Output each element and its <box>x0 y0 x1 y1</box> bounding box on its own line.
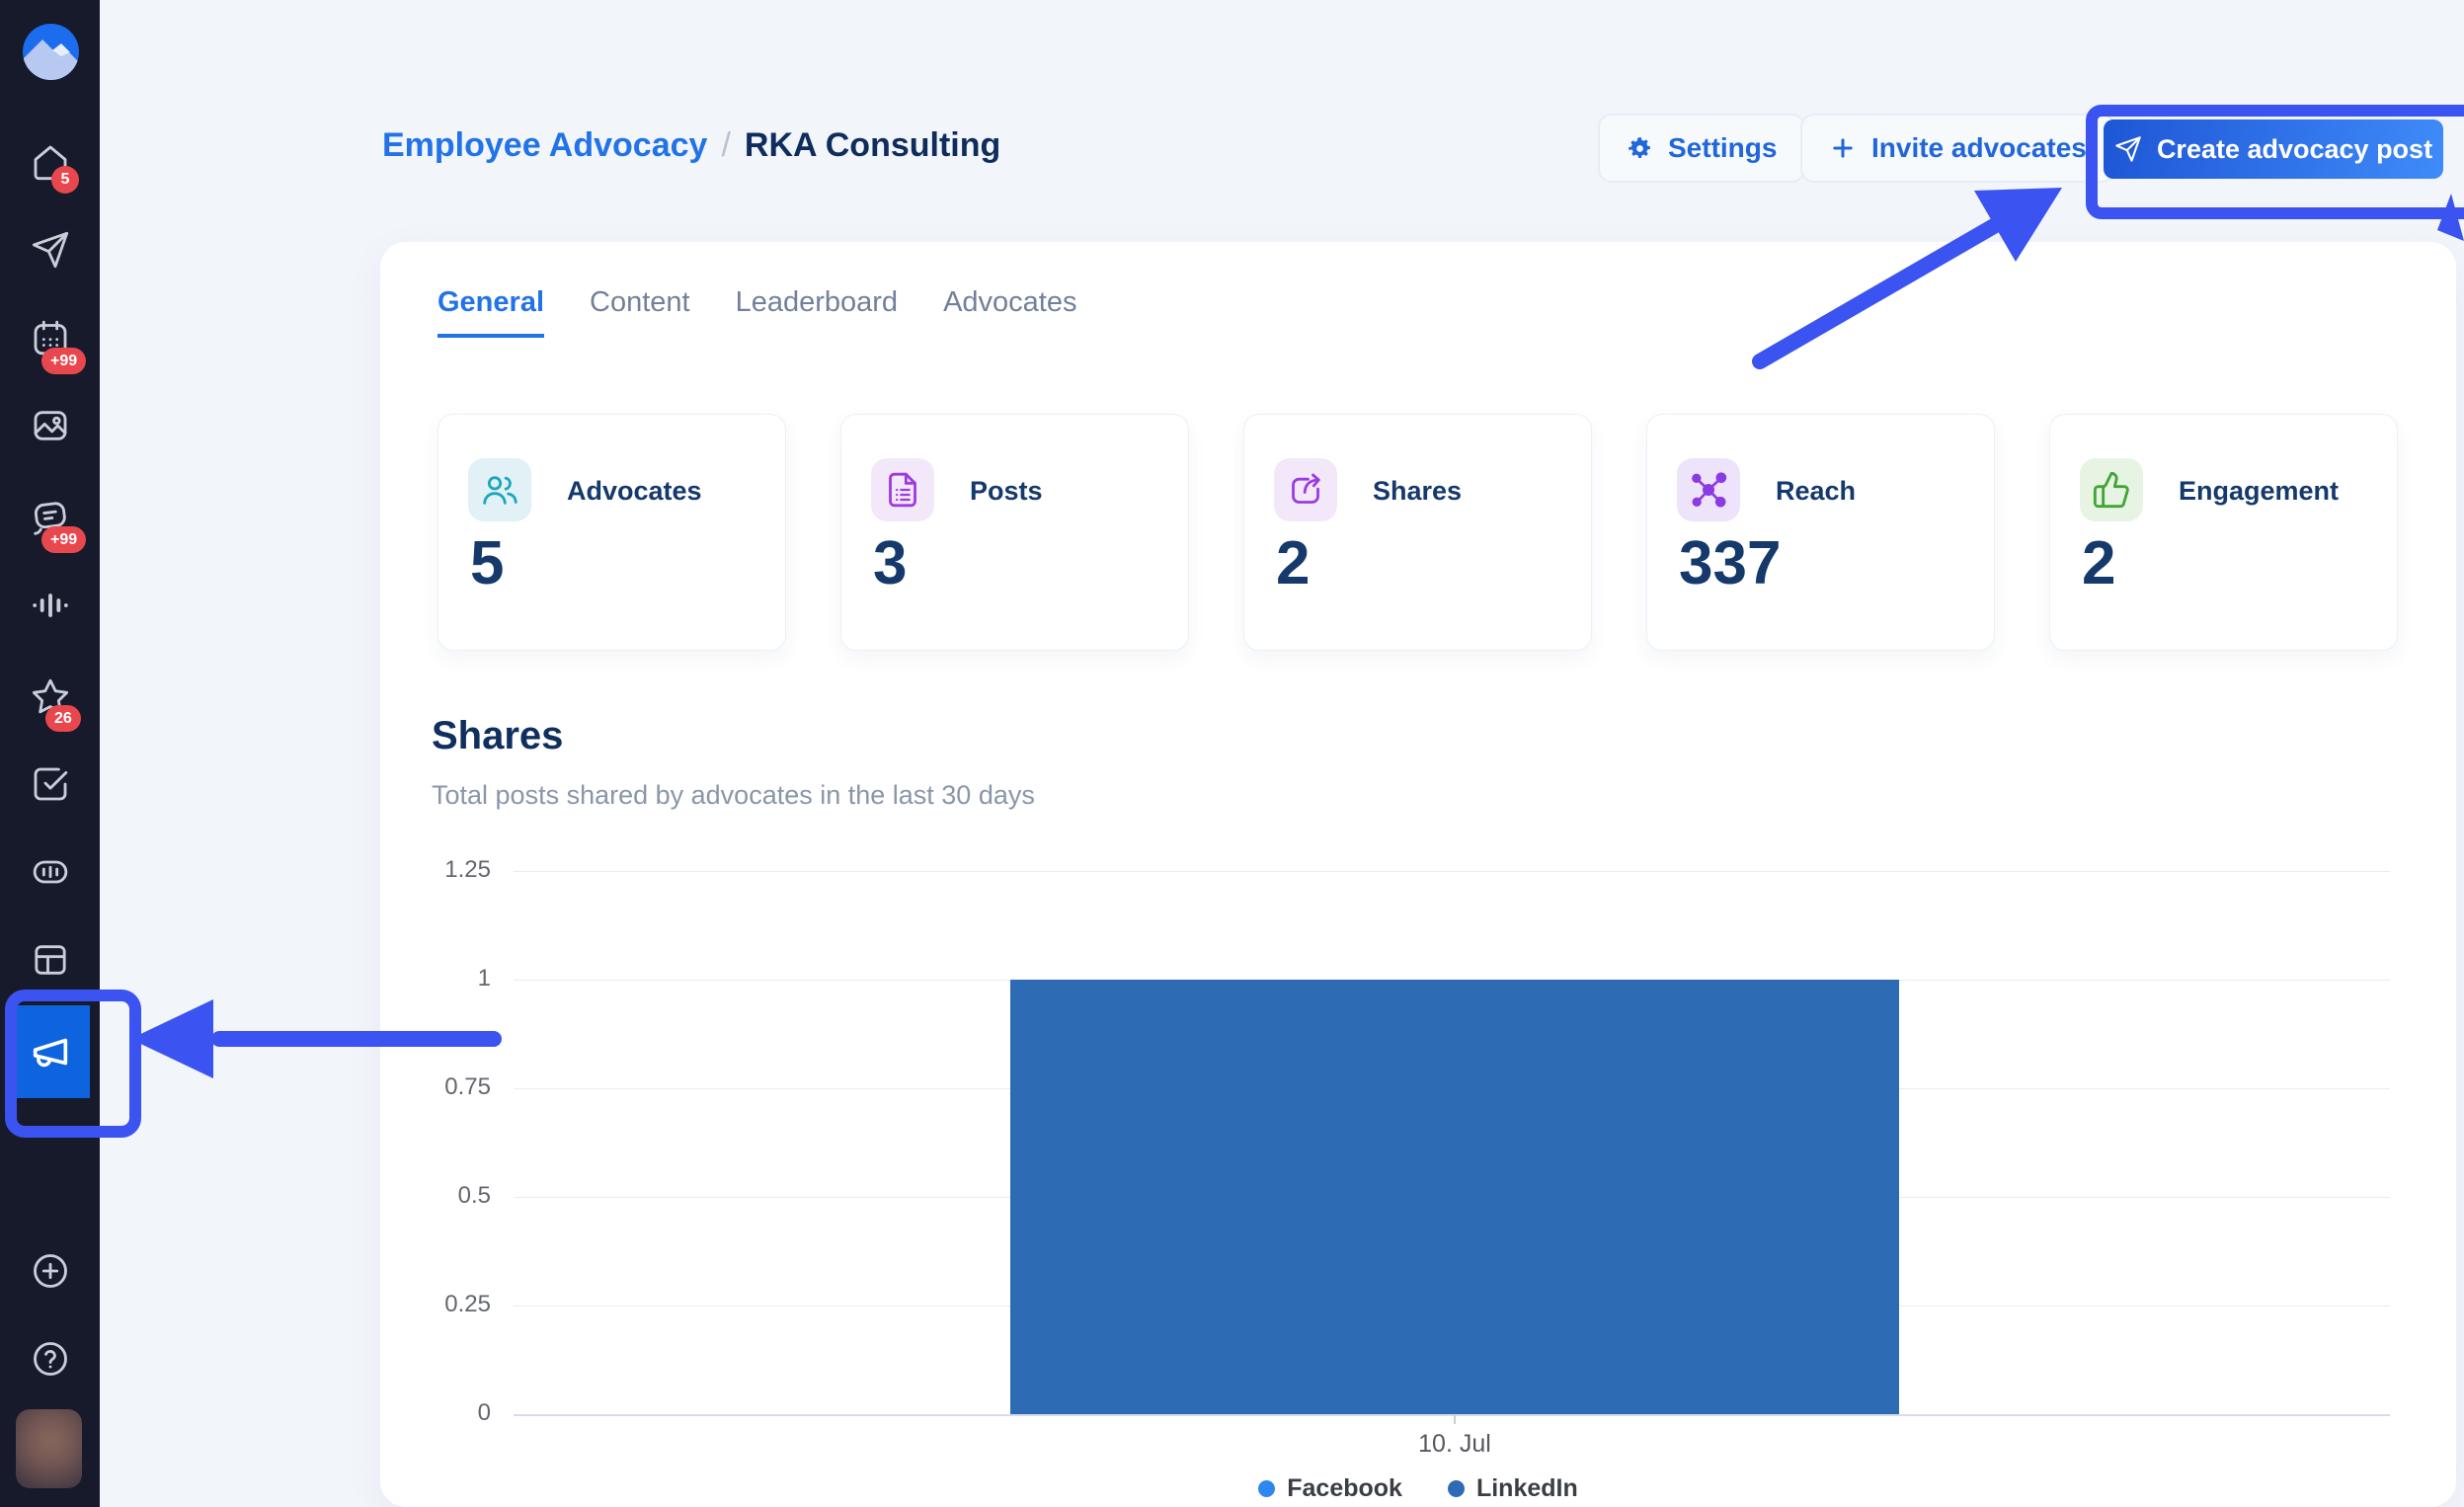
stat-card-posts: Posts 3 <box>840 414 1189 651</box>
stat-value: 3 <box>873 533 907 595</box>
tab-content[interactable]: Content <box>590 286 690 338</box>
app-screen: 5 +99 <box>0 0 2464 1507</box>
stat-label: Reach <box>1776 476 1856 507</box>
invite-advocates-button[interactable]: Invite advocates <box>1800 114 2115 183</box>
nav-advocacy-item[interactable] <box>10 1005 90 1098</box>
stat-value: 2 <box>2082 533 2115 595</box>
breadcrumb: Employee Advocacy / RKA Consulting <box>382 126 1000 165</box>
y-tick-label: 0.75 <box>380 1073 491 1101</box>
legend-item-facebook[interactable]: Facebook <box>1258 1474 1402 1503</box>
gridline <box>514 871 2390 872</box>
settings-button[interactable]: Settings <box>1598 114 1805 183</box>
create-advocacy-post-button[interactable]: Create advocacy post <box>2104 119 2443 179</box>
tab-bar: General Content Leaderboard Advocates <box>437 286 1076 338</box>
home-badge: 5 <box>51 166 79 194</box>
nav-help-icon[interactable] <box>31 1339 70 1379</box>
tab-general[interactable]: General <box>437 286 544 338</box>
users-icon <box>468 458 531 521</box>
megaphone-icon <box>28 1029 73 1074</box>
nav-audio-icon[interactable] <box>31 586 70 625</box>
stat-card-engagement: Engagement 2 <box>2049 414 2398 651</box>
shares-section-subtitle: Total posts shared by advocates in the l… <box>432 780 1035 811</box>
sidebar: 5 +99 <box>0 0 100 1507</box>
stat-card-reach: Reach 337 <box>1646 414 1995 651</box>
stat-value: 337 <box>1679 533 1781 595</box>
facebook-legend-dot <box>1258 1480 1275 1497</box>
thumbs-up-icon <box>2080 458 2143 521</box>
linkedin-legend-dot <box>1448 1480 1465 1497</box>
avatar-image <box>16 1409 82 1488</box>
user-avatar[interactable] <box>16 1409 82 1488</box>
y-tick-label: 1 <box>380 965 491 992</box>
x-tick <box>1454 1415 1456 1424</box>
nav-approvals-icon[interactable] <box>31 764 70 804</box>
legend-item-linkedin[interactable]: LinkedIn <box>1448 1474 1578 1503</box>
send-icon <box>2114 135 2142 163</box>
tab-leaderboard[interactable]: Leaderboard <box>736 286 898 338</box>
shares-section-title: Shares <box>432 714 563 758</box>
legend-label: Facebook <box>1287 1474 1402 1503</box>
linkedin-bar <box>1010 980 1899 1414</box>
stat-cards: Advocates 5 Posts 3 <box>437 414 2398 651</box>
x-tick-label: 10. Jul <box>1356 1430 1553 1459</box>
calendar-badge: +99 <box>41 348 86 374</box>
tab-advocates[interactable]: Advocates <box>943 286 1076 338</box>
nav-media-icon[interactable] <box>31 406 70 445</box>
favorites-badge: 26 <box>45 705 81 732</box>
nav-add-icon[interactable] <box>31 1251 70 1291</box>
x-axis-line <box>514 1414 2390 1416</box>
content-panel: General Content Leaderboard Advocates Ad… <box>380 242 2456 1507</box>
inbox-badge: +99 <box>41 526 86 553</box>
nav-publish-icon[interactable] <box>31 230 70 270</box>
chart-legend: Facebook LinkedIn <box>380 1474 2456 1503</box>
y-tick-label: 1.25 <box>380 856 491 884</box>
create-advocacy-post-label: Create advocacy post <box>2157 134 2432 165</box>
workspace-logo[interactable] <box>23 24 79 80</box>
stat-label: Shares <box>1373 476 1462 507</box>
legend-label: LinkedIn <box>1476 1474 1578 1503</box>
y-tick-label: 0 <box>380 1399 491 1427</box>
network-icon <box>1677 458 1740 521</box>
document-icon <box>871 458 934 521</box>
stat-label: Advocates <box>567 476 702 507</box>
y-tick-label: 0.25 <box>380 1291 491 1318</box>
nav-reports-icon[interactable] <box>31 852 70 892</box>
gear-icon <box>1627 135 1653 162</box>
stat-card-advocates: Advocates 5 <box>437 414 786 651</box>
plus-icon <box>1829 134 1857 162</box>
breadcrumb-separator: / <box>721 126 730 165</box>
stat-value: 5 <box>470 533 504 595</box>
stat-label: Posts <box>970 476 1043 507</box>
nav-templates-icon[interactable] <box>31 940 70 980</box>
page-title: RKA Consulting <box>745 126 1000 165</box>
invite-advocates-label: Invite advocates <box>1871 132 2087 164</box>
share-icon <box>1274 458 1337 521</box>
settings-label: Settings <box>1668 132 1777 164</box>
y-tick-label: 0.5 <box>380 1182 491 1210</box>
stat-label: Engagement <box>2179 476 2339 507</box>
stat-card-shares: Shares 2 <box>1243 414 1592 651</box>
annotation-arrow-left-head <box>130 999 213 1078</box>
breadcrumb-parent-link[interactable]: Employee Advocacy <box>382 126 707 165</box>
stat-value: 2 <box>1276 533 1310 595</box>
annotation-cursor-fragment <box>2437 194 2464 241</box>
